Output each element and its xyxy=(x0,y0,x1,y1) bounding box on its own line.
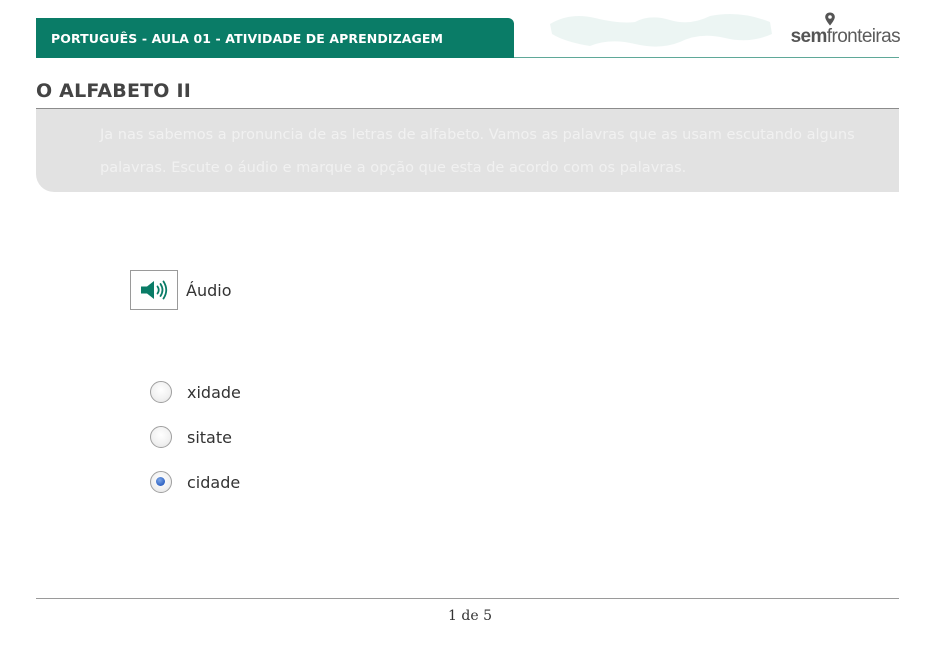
header-bar: PORTUGUÊS - AULA 01 - ATIVIDADE DE APREN… xyxy=(36,18,514,58)
radio-button-selected[interactable] xyxy=(150,471,172,493)
page-indicator: 1 de 5 xyxy=(448,608,492,624)
semfronteiras-logo: semfronteiras xyxy=(790,12,901,48)
page-title: O ALFABETO II xyxy=(36,80,192,102)
audio-label: Áudio xyxy=(186,281,232,300)
option-label: cidade xyxy=(187,472,241,492)
radio-button[interactable] xyxy=(150,426,172,448)
radio-button[interactable] xyxy=(150,381,172,403)
location-pin-icon xyxy=(824,12,835,26)
speaker-icon xyxy=(141,280,168,300)
option-label: xidade xyxy=(187,382,241,402)
instruction-text: Ja nas sabemos a pronuncia de as letras … xyxy=(100,127,855,176)
logo-fronteiras: fronteiras xyxy=(826,26,901,47)
logo-wordmark: semfronteiras xyxy=(790,26,901,48)
option-cidade[interactable]: cidade xyxy=(150,471,240,493)
option-xidade[interactable]: xidade xyxy=(150,381,241,403)
header-divider xyxy=(514,57,899,58)
instruction-box: Ja nas sabemos a pronuncia de as letras … xyxy=(36,109,899,192)
activity-page: PORTUGUÊS - AULA 01 - ATIVIDADE DE APREN… xyxy=(0,0,940,656)
world-map-watermark xyxy=(550,14,772,47)
logo-sem: sem xyxy=(790,26,828,47)
option-sitate[interactable]: sitate xyxy=(150,426,232,448)
audio-play-button[interactable] xyxy=(130,270,178,310)
footer-divider xyxy=(36,598,899,599)
option-label: sitate xyxy=(187,427,232,447)
header-title: PORTUGUÊS - AULA 01 - ATIVIDADE DE APREN… xyxy=(51,30,444,46)
